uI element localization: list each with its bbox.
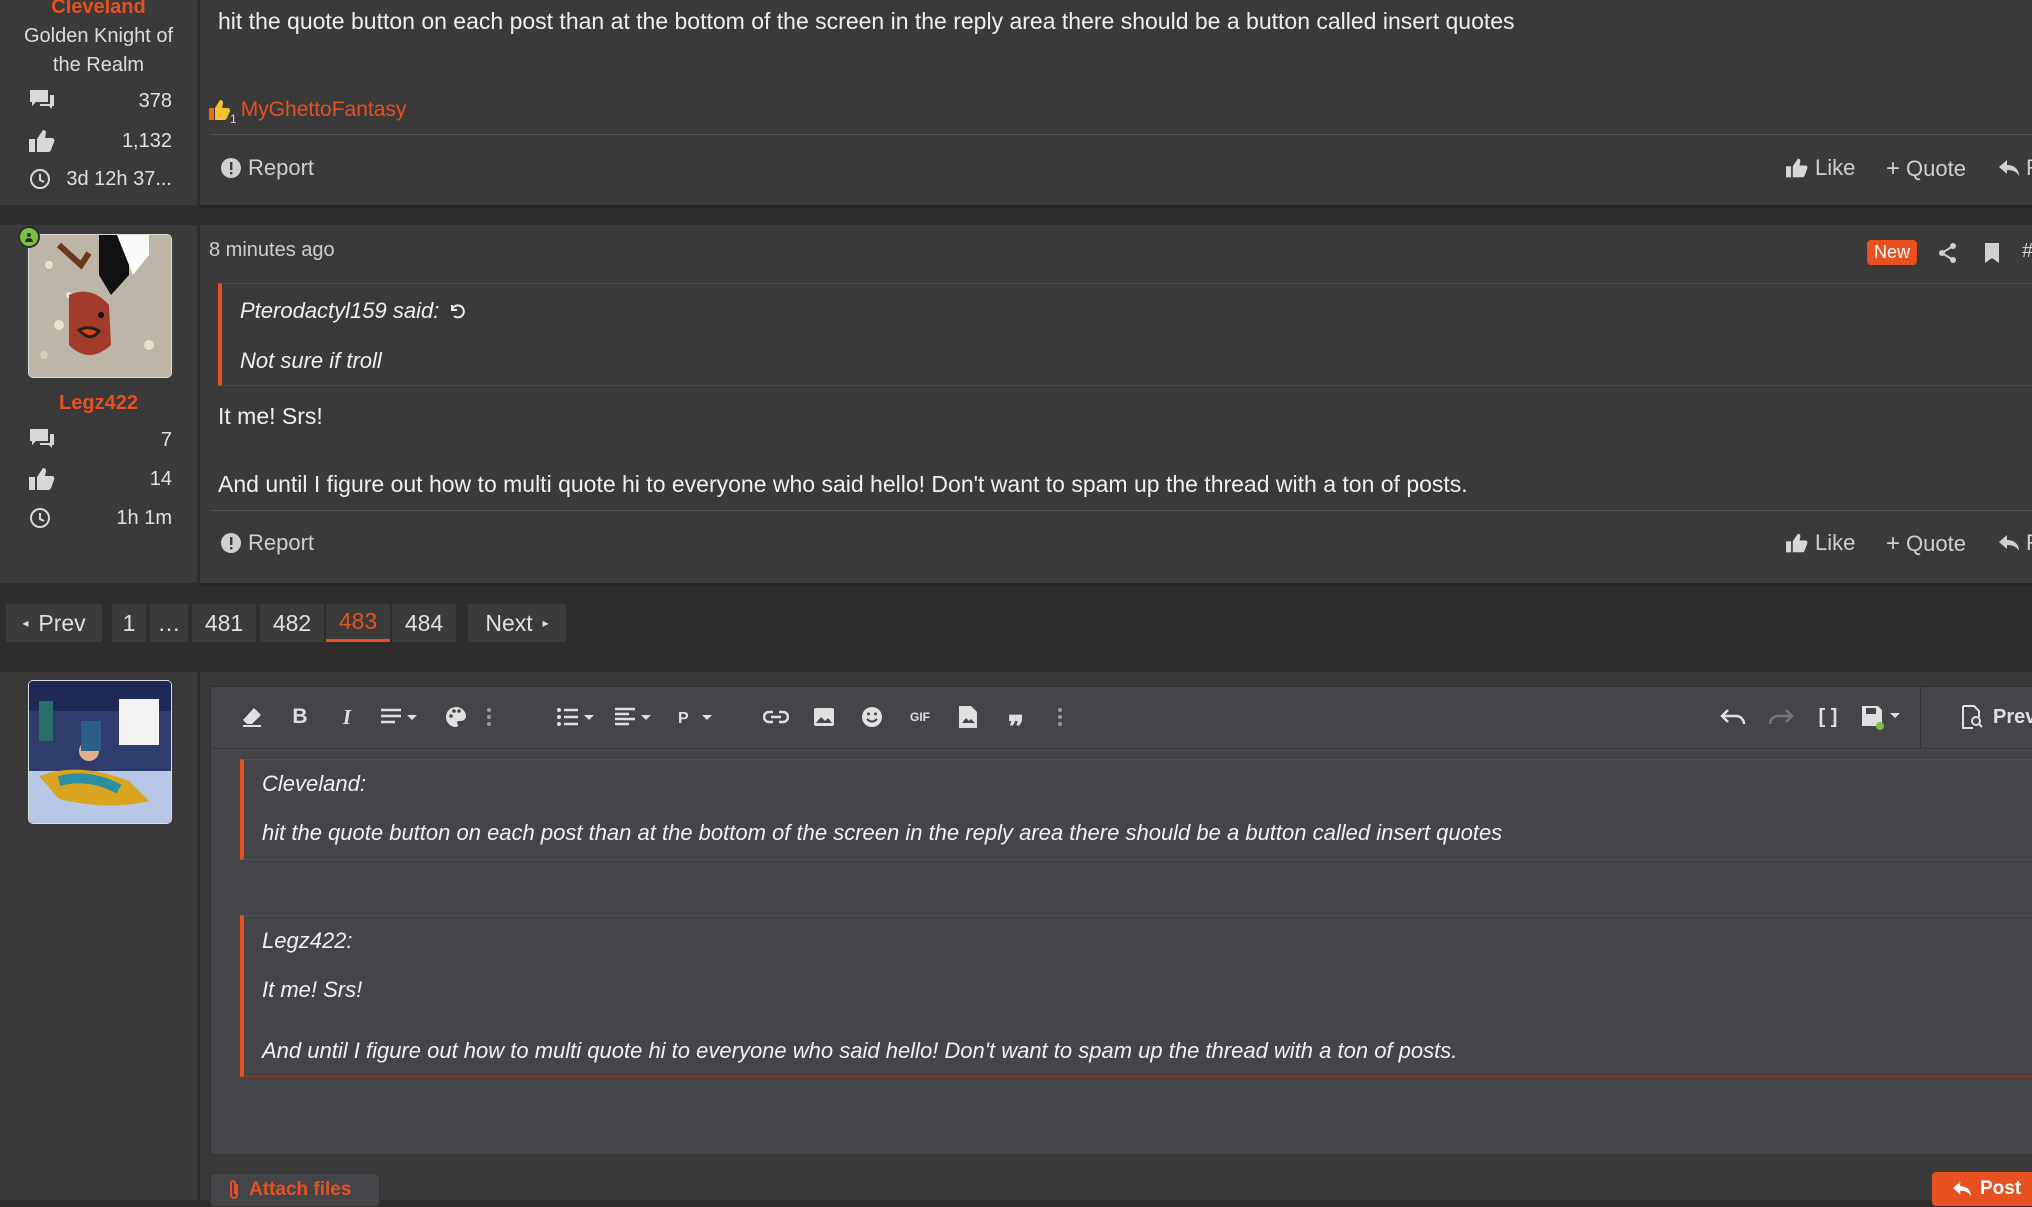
post2-divider (210, 510, 2032, 511)
image-icon[interactable] (804, 703, 844, 731)
blockquote-icon[interactable]: ❞ (996, 703, 1036, 744)
post1-like-button[interactable]: Like (1785, 155, 1855, 181)
chevron-right-icon: ▸ (542, 616, 549, 630)
post2-body-line2: And until I figure out how to multi quot… (218, 471, 1468, 497)
source-mode-icon[interactable]: [ ] (1808, 703, 1848, 731)
bookmark-icon[interactable] (1983, 242, 2001, 264)
list-dropdown-icon[interactable] (554, 703, 602, 731)
editor-quote1-text: hit the quote button on each post than a… (262, 820, 1503, 845)
preview-button[interactable]: Prev (1920, 686, 2032, 748)
like-reaction-icon (208, 98, 232, 122)
post1-username[interactable]: Cleveland (0, 0, 197, 19)
plus-icon: + (1886, 155, 1901, 182)
post2-stat-time: 1h 1m (28, 506, 172, 530)
more-options-icon[interactable] (478, 703, 500, 731)
post2-like-button[interactable]: Like (1785, 530, 1855, 556)
quote-attribution[interactable]: Pterodactyl159 said: (240, 298, 467, 324)
page-link-482[interactable]: 482 (260, 604, 324, 642)
thumbs-up-icon (1785, 532, 1809, 554)
chevron-left-icon: ◂ (22, 616, 29, 630)
thumbs-up-icon (1785, 157, 1809, 179)
svg-text:P: P (678, 710, 689, 727)
post1-stat-time: 3d 12h 37... (28, 167, 172, 191)
post2-body-line1: It me! Srs! (218, 403, 323, 429)
drafts-icon[interactable] (1858, 703, 1910, 731)
palette-icon[interactable] (436, 703, 476, 731)
reaction-count: 1 (230, 112, 237, 126)
editor-quote2-line1: It me! Srs! (262, 977, 363, 1002)
new-badge: New (1867, 240, 1918, 265)
post1-body: hit the quote button on each post than a… (218, 8, 1515, 34)
reply-icon (1998, 158, 2020, 178)
more-options-icon[interactable] (1049, 703, 1071, 731)
editor-quote1-author: Cleveland: (262, 771, 366, 796)
reply-avatar[interactable] (28, 680, 172, 824)
alert-icon (220, 532, 242, 554)
post1-divider (210, 134, 2032, 135)
post2-avatar[interactable] (28, 234, 172, 378)
quote-jump-icon[interactable] (447, 301, 467, 321)
thumbs-up-icon (28, 128, 56, 154)
attach-files-button[interactable]: Attach files (210, 1173, 380, 1207)
page-link-483-current[interactable]: 483 (326, 604, 390, 642)
post1-quote-button[interactable]: + Quote (1886, 155, 1966, 183)
clear-formatting-icon[interactable] (232, 703, 272, 731)
pagination-next[interactable]: Next ▸ (468, 604, 566, 642)
paperclip-icon (227, 1179, 241, 1201)
post-permalink-icon[interactable]: # (2022, 240, 2032, 263)
reply-icon (1998, 533, 2020, 553)
page-link-484[interactable]: 484 (392, 604, 456, 642)
share-icon[interactable] (1937, 242, 1959, 264)
reaction-user-link[interactable]: MyGhettoFantasy (241, 98, 407, 122)
post2-stat-messages: 7 (28, 427, 172, 453)
messages-icon (28, 88, 56, 114)
preview-icon (1961, 705, 1983, 729)
alert-icon (220, 157, 242, 179)
post1-report-button[interactable]: Report (220, 155, 314, 181)
undo-icon[interactable] (1713, 703, 1753, 731)
reply-label-partial: R (2026, 155, 2032, 181)
link-icon[interactable] (756, 703, 796, 731)
reply-label-partial: R (2026, 530, 2032, 556)
page-ellipsis[interactable]: … (150, 604, 188, 642)
post2-username[interactable]: Legz422 (0, 392, 197, 415)
page-link-481[interactable]: 481 (192, 604, 256, 642)
clock-icon (28, 506, 52, 530)
pagination-prev[interactable]: ◂ Prev (6, 604, 102, 642)
post1-stat-reactions: 1,132 (28, 128, 172, 154)
post1-stat-messages: 378 (28, 88, 172, 114)
post2-reply-button[interactable]: R (1998, 530, 2032, 556)
page-link-1[interactable]: 1 (112, 604, 146, 642)
post2-timestamp[interactable]: 8 minutes ago (209, 239, 335, 262)
plus-icon: + (1886, 530, 1901, 557)
text-style-dropdown-icon[interactable] (377, 703, 425, 731)
paragraph-dropdown-icon[interactable]: P (674, 703, 722, 731)
redo-icon[interactable] (1761, 703, 1801, 731)
post2-quote-button[interactable]: + Quote (1886, 530, 1966, 558)
italic-icon[interactable]: I (327, 703, 367, 731)
post2-quote-block (218, 283, 2032, 386)
clock-icon (28, 167, 52, 191)
post1-reply-button[interactable]: R (1998, 155, 2032, 181)
emoji-icon[interactable] (852, 703, 892, 731)
align-dropdown-icon[interactable] (611, 703, 659, 731)
reply-icon (1952, 1180, 1972, 1198)
editor-quote2-author: Legz422: (262, 928, 353, 953)
post2-content (200, 225, 2032, 586)
post2-stat-reactions: 14 (28, 466, 172, 492)
gif-icon[interactable]: GIF (900, 703, 940, 731)
post2-report-button[interactable]: Report (220, 530, 314, 556)
bold-icon[interactable]: B (280, 703, 320, 731)
post-reply-button[interactable]: Post (1932, 1172, 2032, 1206)
editor-quote2-line2: And until I figure out how to multi quot… (262, 1038, 1458, 1063)
post1-user-title: Golden Knight of the Realm (24, 25, 173, 76)
online-status-icon (18, 226, 40, 248)
quote-text: Not sure if troll (240, 348, 382, 373)
thumbs-up-icon (28, 466, 56, 492)
reaction-bar[interactable]: 1 MyGhettoFantasy (208, 98, 407, 126)
messages-icon (28, 427, 56, 453)
media-embed-icon[interactable] (948, 703, 988, 731)
